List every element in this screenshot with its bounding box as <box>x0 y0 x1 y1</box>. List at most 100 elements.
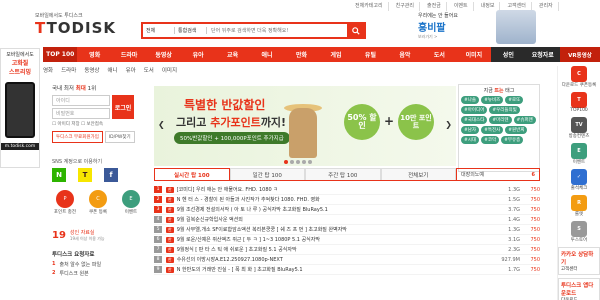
quick-point[interactable]: P 포인트 충전 <box>52 190 78 215</box>
list-item[interactable]: 3 한 9월 조선경제 전설의서작 ( 아 토 나 루 ) 공식자막 초고화질 Bl… <box>154 205 540 215</box>
pager-dot[interactable] <box>296 160 300 164</box>
tag[interactable]: #마리텐 <box>489 116 512 124</box>
nav-drama[interactable]: 드라마 <box>112 47 146 62</box>
util-link-check[interactable]: 출전금 <box>422 2 447 11</box>
kakao-icon[interactable]: T <box>78 168 92 182</box>
list-item[interactable]: 8 한 수유선의 이방시장A.E12.250927.1080p-NEXT 927.9M… <box>154 255 540 265</box>
nav-book[interactable]: 도서 <box>422 47 456 62</box>
list-item[interactable]: 4 한 9월 길복순신규학입사운 액션외 1.4G 750 <box>154 215 540 225</box>
item-title[interactable]: 9월 사무엘,개소 SF이료합암소액션 복리본쿵쿵 [ 쉐 즈 프 먼 ] 초고… <box>177 226 490 233</box>
subnav-drama[interactable]: 드라마 <box>61 66 76 76</box>
pager-dot[interactable] <box>302 160 306 164</box>
subnav-book[interactable]: 도서 <box>144 66 154 76</box>
list-item[interactable]: 2한N 헨 터 스 - 경찰이 된 아들과 사진작가 추억찾다 1080. FH… <box>154 195 540 205</box>
login-id-field[interactable]: 아이디 <box>52 95 110 106</box>
join-button[interactable]: 투디스크 무료회원가입 <box>52 131 103 143</box>
item-title[interactable]: 9월 로운/신예은 쥐산액즈 쥐근 [ 두 ㅋ ] 1~3 1080P 5.1 … <box>177 236 490 243</box>
nav-request[interactable]: 요청자료 <box>525 47 561 62</box>
tag[interactable]: #부유층 <box>501 136 524 144</box>
list-item[interactable]: 9한N 한반도의 거래만 진실 - [ 폭 최 화 ] 초고화질 BluRay5… <box>154 265 540 275</box>
list-item[interactable]: 6 한 9월 로운/신예은 쥐산액즈 쥐근 [ 두 ㅋ ] 1~3 1080P 5.… <box>154 235 540 245</box>
tag[interactable]: #우리들의빛 <box>489 106 520 114</box>
nav-video[interactable]: 동영상 <box>146 47 180 62</box>
quick-event[interactable]: E 이벤트 <box>118 190 144 215</box>
nav-kids[interactable]: 유아 <box>181 47 215 62</box>
util-link-event[interactable]: 이벤트 <box>449 2 474 11</box>
tab-all[interactable]: 전체보기 <box>380 168 456 180</box>
pager-dot[interactable] <box>308 160 312 164</box>
tag[interactable]: #로또 <box>505 96 524 104</box>
top-ad-image[interactable] <box>496 10 536 44</box>
tag[interactable]: #특전사 <box>481 126 504 134</box>
item-title[interactable]: 수유선의 이방시장A.E12.250927.1080p-NEXT <box>177 256 490 263</box>
list-item[interactable]: 1 한 [코미디] 우리 애는 안 애물어요. FHD. 1080 ㅋ 1.3G 750 <box>154 185 540 195</box>
top-ad-text[interactable]: 우리에는 안 들어요 흥비팔 보러가기 > <box>418 12 493 42</box>
request-row[interactable]: 2 투디스크 원본 <box>52 270 144 277</box>
banner-next-icon[interactable]: ❯ <box>445 120 452 129</box>
right-menu-item[interactable]: R 룰렛 <box>558 195 600 217</box>
tag[interactable]: #아이디어 <box>461 106 488 114</box>
tab-realtime[interactable]: 실시간 탑 100 <box>154 168 230 180</box>
find-account-button[interactable]: ID/PW찾기 <box>104 131 135 143</box>
nav-game[interactable]: 게임 <box>319 47 353 62</box>
search-input[interactable] <box>207 24 347 37</box>
pager-dot[interactable] <box>284 160 288 164</box>
nav-comic[interactable]: 만화 <box>284 47 318 62</box>
list-item[interactable]: 5 한 9월 사무엘,개소 SF이료합암소액션 복리본쿵쿵 [ 쉐 즈 프 먼 ] … <box>154 225 540 235</box>
right-menu-item[interactable]: TV 방송컨텐츠 <box>558 117 600 139</box>
item-title[interactable]: N 한반도의 거래만 진실 - [ 폭 최 화 ] 초고화질 BluRay5.1 <box>177 266 490 273</box>
nav-top100[interactable]: TOP 100 <box>43 47 78 62</box>
quick-coupon[interactable]: C 쿠폰 등록 <box>85 190 111 215</box>
side-tab[interactable]: 대장의노예 6 <box>456 168 540 181</box>
nav-anime[interactable]: 애니 <box>250 47 284 62</box>
tag[interactable]: #원반찌 <box>505 126 528 134</box>
search-button[interactable] <box>347 24 364 37</box>
site-logo[interactable]: 모바일에서도 투디스크 TTODISK <box>35 12 115 40</box>
item-title[interactable]: [코미디] 우리 애는 안 애물어요. FHD. 1080 ㅋ <box>177 186 490 193</box>
list-item[interactable]: 7 한 9월정식 [ 판 타 스 틱 애 쉬로운 ] 초고화질 5.1 공식자막 2.… <box>154 245 540 255</box>
secure-login-checkbox[interactable]: 보안접속 <box>87 122 104 127</box>
pager-dot[interactable] <box>290 160 294 164</box>
banner-prev-icon[interactable]: ❮ <box>158 120 165 129</box>
facebook-icon[interactable]: f <box>104 168 118 182</box>
tag[interactable]: #뉴비즈 <box>481 96 504 104</box>
right-menu-item[interactable]: ✓ 출석체크 <box>558 169 600 191</box>
nav-movie[interactable]: 영화 <box>77 47 111 62</box>
nav-image[interactable]: 이미지 <box>457 47 491 62</box>
promo-banner[interactable]: ❮ 특별한 반값할인 그리고 추가포인트까지! 50%반값할인 + 100,00… <box>154 86 456 166</box>
tag[interactable]: #코막 <box>481 136 500 144</box>
nav-vr[interactable]: VR동영상 <box>560 47 600 62</box>
item-title[interactable]: 9월정식 [ 판 타 스 틱 애 쉬로운 ] 초고화질 5.1 공식자막 <box>177 246 490 253</box>
login-button[interactable]: 로그인 <box>112 95 134 119</box>
naver-icon[interactable]: N <box>52 168 66 182</box>
right-ad-ad1[interactable]: 카카오 상담하기 고객센터 <box>558 247 600 275</box>
tag[interactable]: #슈퍼맨 <box>513 116 536 124</box>
tag[interactable]: #국대스타 <box>461 116 488 124</box>
search-scope-select[interactable]: 전체 <box>143 27 175 34</box>
right-menu-item[interactable]: S 투스토어 <box>558 221 600 243</box>
login-pw-field[interactable]: 비밀번호 <box>52 108 110 119</box>
nav-education[interactable]: 교육 <box>215 47 249 62</box>
nav-adult[interactable]: 성인 <box>491 47 526 62</box>
request-row[interactable]: 1 출처 알수 없는 파일 <box>52 261 144 268</box>
tag[interactable]: #나솔 <box>461 96 480 104</box>
subnav-image[interactable]: 이미지 <box>162 66 177 76</box>
util-link-admin[interactable]: 관리자 <box>534 2 559 11</box>
right-menu-item[interactable]: E 이벤트 <box>558 143 600 165</box>
nav-util[interactable]: 유틸 <box>353 47 387 62</box>
subnav-movie[interactable]: 영화 <box>43 66 53 76</box>
item-title[interactable]: 9월 길복순신규학입사운 액션외 <box>177 216 490 223</box>
right-menu-item[interactable]: T TOP100 <box>558 92 600 113</box>
item-title[interactable]: N 헨 터 스 - 경찰이 된 아들과 사진작가 추억찾다 1080. FHD.… <box>177 196 490 203</box>
subnav-video[interactable]: 동영상 <box>84 66 99 76</box>
mobile-banner[interactable]: 모바일에서도 고화질 스트리밍 m.todisk.com <box>0 48 40 168</box>
subnav-kids[interactable]: 유아 <box>126 66 136 76</box>
subnav-anime[interactable]: 애니 <box>108 66 118 76</box>
right-ad-ad2[interactable]: 투디스크 앱다운로드다운로드 <box>558 278 600 300</box>
right-menu-item[interactable]: C 다운로드 쿠폰등록 <box>558 66 600 88</box>
item-title[interactable]: 9월 조선경제 전설의서작 ( 아 토 나 루 ) 공식자막 초고화질 BluR… <box>177 206 490 213</box>
util-link-category[interactable]: 전체카테고리 <box>350 2 389 11</box>
util-link-friends[interactable]: 친구관리 <box>391 2 421 11</box>
tab-weekly[interactable]: 주간 탑 100 <box>305 168 381 180</box>
search-type-select[interactable]: 통합검색 <box>175 27 207 34</box>
